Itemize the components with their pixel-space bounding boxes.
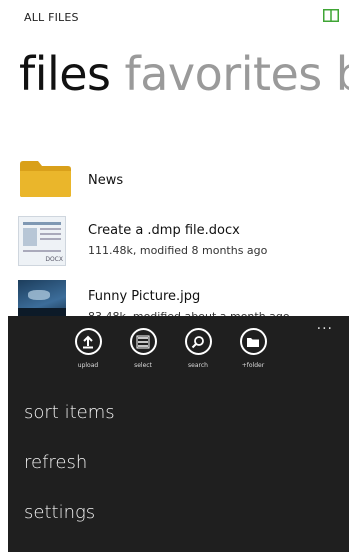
menu-item-refresh[interactable]: refresh — [24, 452, 87, 473]
upload-label: upload — [77, 362, 99, 369]
menu-item-settings[interactable]: settings — [24, 502, 95, 523]
menu-item-sort-items[interactable]: sort items — [24, 402, 115, 423]
tab-files[interactable]: files — [19, 47, 111, 101]
app-bar: ... upload select search +folder sort it… — [8, 316, 349, 552]
select-button[interactable]: select — [113, 328, 173, 369]
file-name: News — [88, 173, 124, 188]
file-name: Create a .dmp file.docx — [88, 223, 240, 238]
new-folder-label: +folder — [241, 362, 265, 369]
pivot-tabs: files favoritesb — [19, 46, 349, 102]
select-label: select — [134, 362, 152, 369]
page-title: ALL FILES — [24, 11, 79, 24]
file-browser: ALL FILES files favoritesb News DOCX Crea… — [0, 0, 349, 324]
search-button[interactable]: search — [168, 328, 228, 369]
tab-favorites[interactable]: favorites — [125, 47, 323, 101]
docx-thumbnail: DOCX — [18, 216, 66, 266]
new-folder-icon — [239, 328, 267, 355]
upload-icon — [74, 328, 102, 355]
list-item-docx[interactable]: DOCX Create a .dmp file.docx 111.48k, mo… — [0, 216, 349, 272]
search-icon — [184, 328, 212, 355]
search-label: search — [188, 362, 208, 369]
new-folder-button[interactable]: +folder — [223, 328, 283, 369]
select-icon — [129, 328, 157, 355]
file-meta: 111.48k, modified 8 months ago — [88, 244, 268, 257]
file-name: Funny Picture.jpg — [88, 289, 201, 304]
folder-icon — [20, 161, 71, 197]
book-icon[interactable] — [323, 9, 339, 22]
more-button[interactable]: ... — [317, 318, 333, 332]
tab-partial[interactable]: b — [336, 47, 349, 101]
upload-button[interactable]: upload — [58, 328, 118, 369]
file-type-tag: DOCX — [45, 256, 63, 263]
list-item-folder[interactable]: News — [0, 156, 349, 212]
